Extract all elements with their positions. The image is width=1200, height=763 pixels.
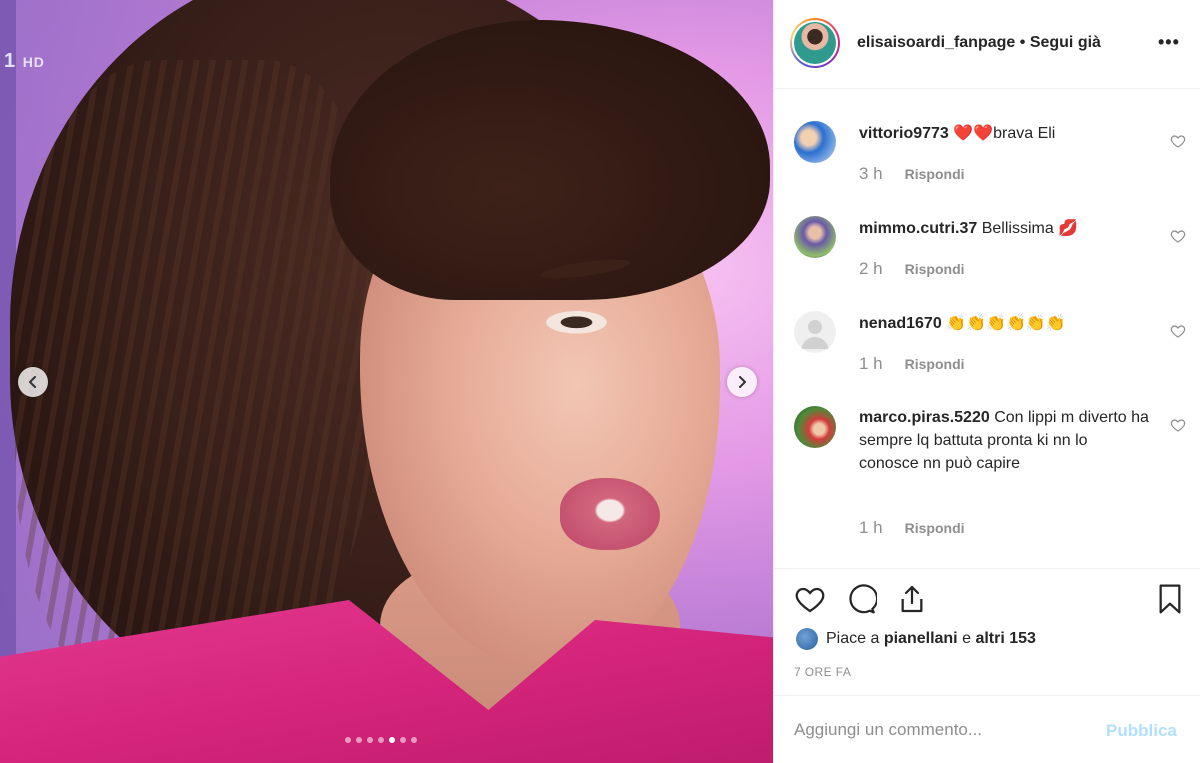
liker-username[interactable]: pianellani [884, 630, 958, 648]
comment-bubble-icon[interactable] [845, 583, 877, 615]
heart-outline-icon[interactable] [1170, 133, 1186, 149]
comment-body: Bellissima 💋 [981, 220, 1079, 237]
liker-avatar[interactable] [796, 628, 818, 650]
carousel-dot [400, 737, 406, 743]
channel-logo-suffix: HD [22, 54, 45, 70]
comment-text-block: mimmo.cutri.37 Bellissima 💋 [859, 217, 1149, 240]
carousel-dot [378, 737, 384, 743]
comment-body: 👏👏👏👏👏👏 [946, 315, 1066, 332]
more-options-button[interactable]: ••• [1158, 32, 1180, 53]
comment-reply-button[interactable]: Rispondi [905, 261, 965, 277]
comment-text-block: marco.piras.5220 Con lippi m diverto ha … [859, 406, 1149, 475]
comment-username[interactable]: vittorio9773 [859, 125, 949, 142]
comment-reply-button[interactable]: Rispondi [905, 520, 965, 536]
default-avatar-icon[interactable] [794, 311, 836, 353]
header-separator: • [1019, 34, 1026, 51]
add-comment-bar: Pubblica [774, 695, 1200, 763]
carousel-dot [367, 737, 373, 743]
follow-status-button[interactable]: Segui già [1030, 34, 1101, 51]
comment-body: ❤️❤️brava Eli [953, 125, 1056, 142]
comment-username[interactable]: nenad1670 [859, 315, 942, 332]
author-username[interactable]: elisaisoardi_fanpage [857, 34, 1015, 51]
likes-summary: Piace a pianellani e altri 153 [796, 628, 1036, 650]
post-photo[interactable]: 1 HD [0, 0, 773, 763]
commenter-avatar[interactable] [794, 121, 836, 163]
author-avatar[interactable] [790, 18, 840, 68]
comment-text-block: vittorio9773 ❤️❤️brava Eli [859, 122, 1149, 145]
commenter-avatar[interactable] [794, 216, 836, 258]
bookmark-icon[interactable] [1154, 583, 1186, 615]
channel-logo-number: 1 [4, 50, 17, 72]
comment-reply-button[interactable]: Rispondi [905, 166, 965, 182]
carousel-dot [345, 737, 351, 743]
comment-time[interactable]: 2 h [859, 259, 883, 279]
post-header: elisaisoardi_fanpage • Segui già ••• [774, 0, 1200, 89]
photo-eye [545, 308, 615, 334]
comment-time[interactable]: 1 h [859, 354, 883, 374]
comment-time[interactable]: 3 h [859, 164, 883, 184]
likes-prefix: Piace a [826, 630, 880, 647]
channel-logo: 1 HD [4, 50, 45, 73]
carousel-dot [356, 737, 362, 743]
carousel-indicator [345, 737, 417, 743]
heart-outline-icon[interactable] [1170, 228, 1186, 244]
comment-username[interactable]: mimmo.cutri.37 [859, 220, 977, 237]
comment-username[interactable]: marco.piras.5220 [859, 409, 990, 426]
heart-outline-icon[interactable] [1170, 323, 1186, 339]
comment-input[interactable] [794, 720, 1094, 740]
publish-button[interactable]: Pubblica [1106, 721, 1177, 741]
author-line: elisaisoardi_fanpage • Segui già [857, 34, 1101, 52]
comment-text-block: nenad1670 👏👏👏👏👏👏 [859, 312, 1149, 335]
likes-others-link[interactable]: altri 153 [975, 630, 1035, 648]
chevron-right-icon [739, 376, 746, 388]
comment-time[interactable]: 1 h [859, 518, 883, 538]
carousel-dot [411, 737, 417, 743]
share-icon[interactable] [896, 583, 928, 615]
author-avatar-image [794, 22, 836, 64]
user-silhouette-icon [801, 320, 829, 349]
comment-meta: 3 h Rispondi [859, 164, 965, 184]
like-heart-icon[interactable] [794, 583, 826, 615]
comment-meta: 1 h Rispondi [859, 518, 965, 538]
post-timestamp[interactable]: 7 ORE FA [794, 665, 851, 679]
photo-lips [560, 478, 660, 550]
comment-meta: 2 h Rispondi [859, 259, 965, 279]
commenter-avatar[interactable] [794, 406, 836, 448]
carousel-dot [389, 737, 395, 743]
likes-middle: e [962, 630, 971, 647]
comment-meta: 1 h Rispondi [859, 354, 965, 374]
heart-outline-icon[interactable] [1170, 417, 1186, 433]
chevron-left-icon [29, 376, 36, 388]
carousel-prev-button[interactable] [18, 367, 48, 397]
carousel-next-button[interactable] [727, 367, 757, 397]
post-side-panel: elisaisoardi_fanpage • Segui già ••• vit… [773, 0, 1200, 763]
post-actions: Piace a pianellani e altri 153 7 ORE FA [774, 568, 1200, 698]
comment-reply-button[interactable]: Rispondi [905, 356, 965, 372]
